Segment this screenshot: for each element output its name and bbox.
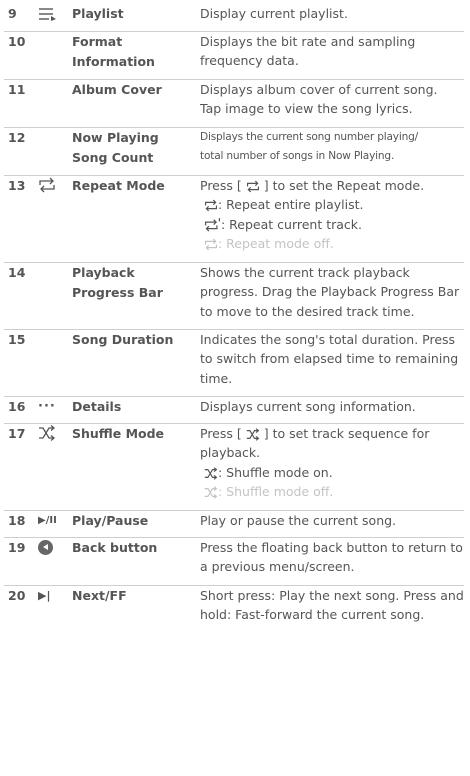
item-number: 10	[4, 31, 38, 80]
item-description: Displays album cover of current song. Ta…	[198, 79, 464, 128]
table-row: 20 ▶| Next/FF Short press: Play the next…	[4, 585, 464, 652]
shuffle-off-option: : Shuffle mode off.	[200, 482, 464, 502]
table-row: 14 Playback Progress Bar Shows the curre…	[4, 262, 464, 330]
shuffle-on-icon	[204, 466, 218, 480]
item-description: Displays current song information.	[198, 396, 464, 424]
item-number: 20	[8, 587, 26, 603]
item-term: Next/FF	[72, 587, 127, 603]
item-term: Details	[72, 396, 198, 424]
item-number: 16	[4, 396, 38, 424]
item-description: Displays the bit rate and sampling frequ…	[198, 31, 464, 80]
item-term: Playback Progress Bar	[72, 262, 198, 330]
item-number: 17	[4, 423, 38, 511]
function-reference-table: 9 Playlist Display current playlist. 10 …	[4, 4, 464, 652]
repeat-one-option: : Repeat current track.	[200, 215, 464, 235]
item-description: Press [ ] to set track sequence for play…	[198, 423, 464, 511]
manual-page: 9 Playlist Display current playlist. 10 …	[0, 0, 470, 776]
item-description: Displays the current song number playing…	[198, 127, 464, 176]
item-term: Play/Pause	[72, 510, 198, 538]
item-number: 14	[4, 262, 38, 330]
table-row: 16 ··· Details Displays current song inf…	[4, 396, 464, 424]
repeat-icon	[246, 180, 259, 192]
item-description: Indicates the song's total duration. Pre…	[198, 329, 464, 397]
repeat-off-option: : Repeat mode off.	[200, 234, 464, 254]
table-row: 11 Album Cover Displays album cover of c…	[4, 79, 464, 128]
item-term: Now Playing Song Count	[72, 127, 198, 176]
shuffle-on-option: : Shuffle mode on.	[200, 463, 464, 483]
details-icon: ···	[38, 396, 72, 424]
repeat-one-icon	[205, 218, 220, 232]
item-description: Display current playlist.	[198, 4, 464, 32]
table-row: 13 Repeat Mode Press [ ] to set the Repe…	[4, 175, 464, 263]
item-description: Shows the current track playback progres…	[198, 262, 464, 330]
item-number: 15	[4, 329, 38, 397]
back-icon	[38, 539, 53, 555]
item-number: 13	[4, 175, 38, 263]
table-row: 19 Back button Press the floating back b…	[4, 537, 464, 586]
item-term: Song Duration	[72, 329, 198, 397]
table-row: 18 ▶/II Play/Pause Play or pause the cur…	[4, 510, 464, 538]
table-row: 17 Shuffle Mode Press [ ] to set track s…	[4, 423, 464, 511]
item-number: 12	[4, 127, 38, 176]
play-pause-icon: ▶/II	[38, 510, 72, 538]
item-term: Album Cover	[72, 79, 198, 128]
shuffle-icon	[38, 423, 72, 511]
table-row: 12 Now Playing Song Count Displays the c…	[4, 127, 464, 176]
item-term: Shuffle Mode	[72, 423, 198, 511]
table-row: 15 Song Duration Indicates the song's to…	[4, 329, 464, 397]
item-description: Press [ ] to set the Repeat mode. : Repe…	[198, 175, 464, 263]
repeat-all-option: : Repeat entire playlist.	[200, 195, 464, 215]
item-term: Back button	[72, 537, 198, 586]
item-term: Format Information	[72, 31, 198, 80]
item-description: Play or pause the current song.	[198, 510, 464, 538]
playlist-icon	[38, 4, 72, 32]
shuffle-icon	[246, 427, 260, 441]
item-description: Press the floating back button to return…	[198, 537, 464, 586]
item-description: Short press: Play the next song. Press a…	[200, 587, 464, 623]
item-number: 9	[4, 4, 38, 32]
item-number: 11	[4, 79, 38, 128]
repeat-icon	[38, 175, 72, 263]
item-term: Playlist	[72, 4, 198, 32]
table-row: 9 Playlist Display current playlist.	[4, 4, 464, 32]
table-row: 10 Format Information Displays the bit r…	[4, 31, 464, 80]
item-number: 18	[4, 510, 38, 538]
item-number: 19	[4, 537, 38, 586]
next-ff-icon: ▶|	[38, 588, 51, 602]
repeat-off-icon	[204, 238, 218, 251]
repeat-all-icon	[204, 199, 218, 212]
item-term: Repeat Mode	[72, 175, 198, 263]
shuffle-off-icon	[204, 486, 218, 499]
